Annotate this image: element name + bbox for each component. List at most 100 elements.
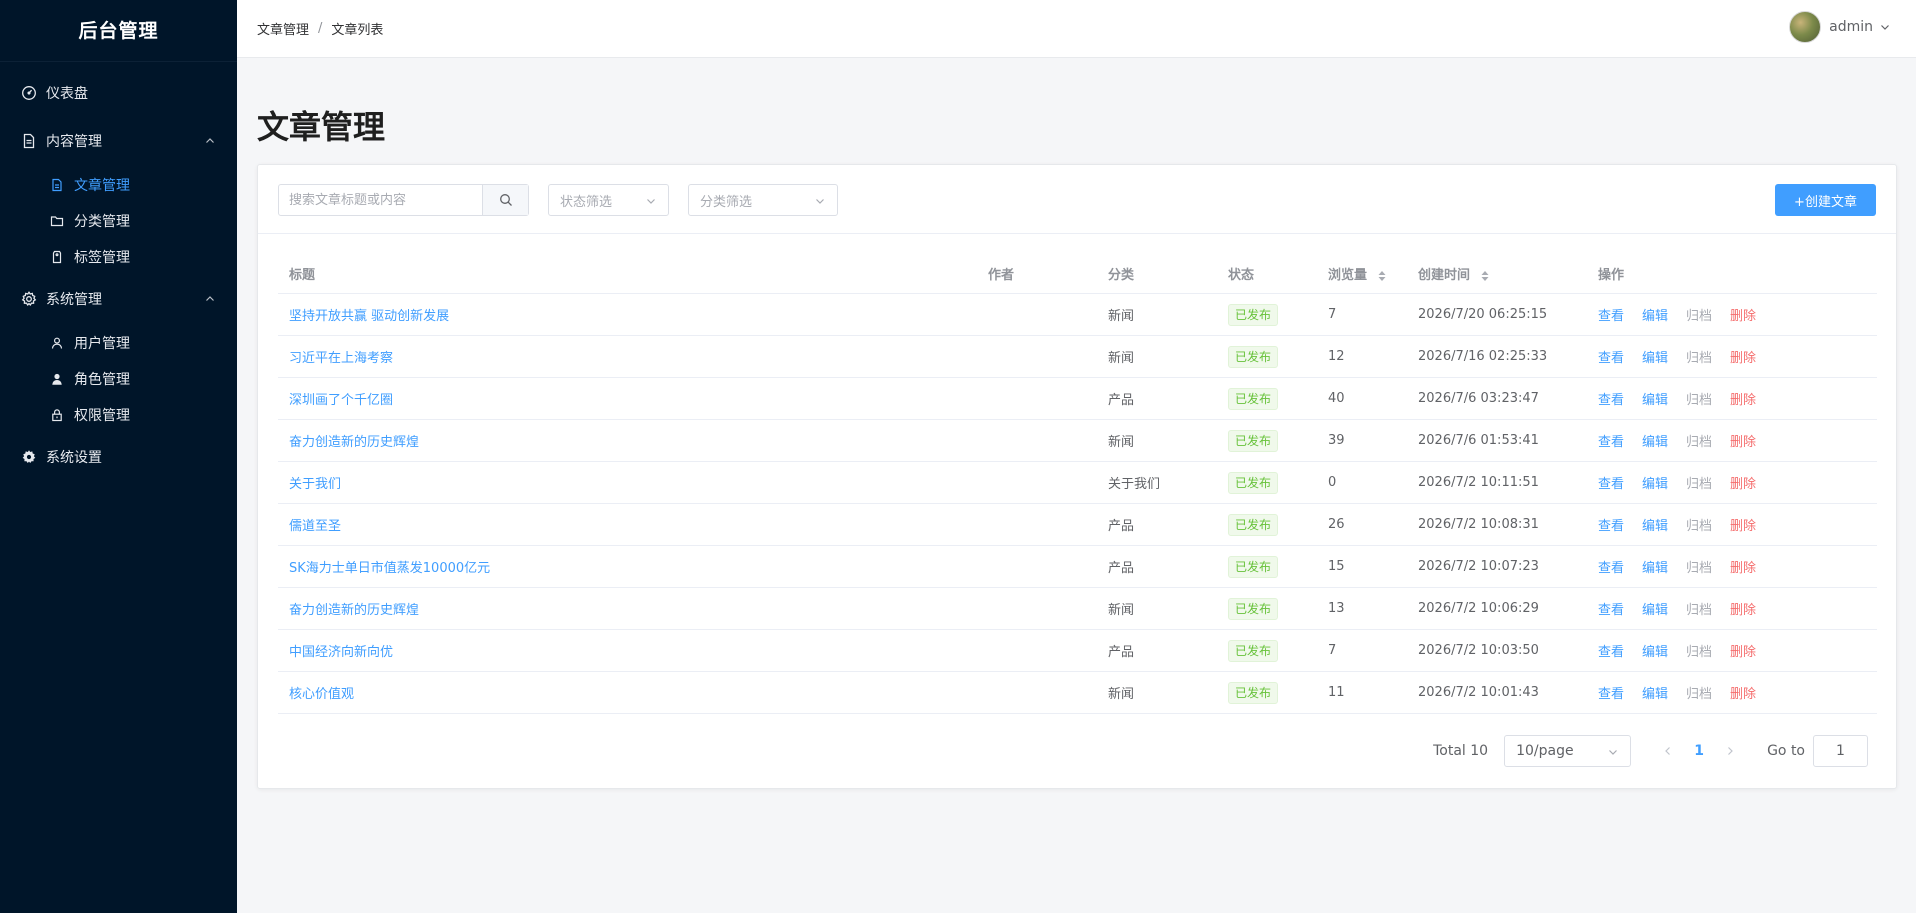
username[interactable]: admin xyxy=(1829,19,1873,35)
edit-button[interactable]: 编辑 xyxy=(1642,683,1668,702)
edit-button[interactable]: 编辑 xyxy=(1642,305,1668,324)
edit-button[interactable]: 编辑 xyxy=(1642,431,1668,450)
delete-button[interactable]: 删除 xyxy=(1730,599,1756,618)
status-badge: 已发布 xyxy=(1228,681,1279,704)
status-badge: 已发布 xyxy=(1228,513,1279,536)
archive-button[interactable]: 归档 xyxy=(1686,431,1712,450)
sidebar-item-categories[interactable]: 分类管理 xyxy=(0,203,237,239)
archive-button[interactable]: 归档 xyxy=(1686,473,1712,492)
column-header-created[interactable]: 创建时间 xyxy=(1418,264,1598,283)
article-title-link[interactable]: 奋力创造新的历史辉煌 xyxy=(289,603,419,618)
status-badge: 已发布 xyxy=(1228,597,1279,620)
prev-page-button[interactable] xyxy=(1653,736,1683,766)
sidebar-item-tags[interactable]: 标签管理 xyxy=(0,239,237,275)
view-button[interactable]: 查看 xyxy=(1598,347,1624,366)
menu-dashboard[interactable]: 仪表盘 xyxy=(0,69,237,117)
article-title-link[interactable]: 习近平在上海考察 xyxy=(289,351,393,366)
gear-icon xyxy=(20,290,38,308)
article-title-link[interactable]: 儒道至圣 xyxy=(289,519,341,534)
delete-button[interactable]: 删除 xyxy=(1730,305,1756,324)
article-title-link[interactable]: 奋力创造新的历史辉煌 xyxy=(289,435,419,450)
article-category: 产品 xyxy=(1108,393,1135,408)
page-size-select[interactable]: 10/page xyxy=(1504,735,1632,767)
goto-page-input[interactable]: 1 xyxy=(1813,735,1868,767)
sidebar-item-permissions[interactable]: 权限管理 xyxy=(0,397,237,433)
delete-button[interactable]: 删除 xyxy=(1730,473,1756,492)
archive-button[interactable]: 归档 xyxy=(1686,389,1712,408)
article-category: 新闻 xyxy=(1108,687,1135,702)
next-page-button[interactable] xyxy=(1715,736,1745,766)
article-title-link[interactable]: SK海力士单日市值蒸发10000亿元 xyxy=(289,561,490,576)
view-button[interactable]: 查看 xyxy=(1598,431,1624,450)
delete-button[interactable]: 删除 xyxy=(1730,431,1756,450)
delete-button[interactable]: 删除 xyxy=(1730,389,1756,408)
view-button[interactable]: 查看 xyxy=(1598,683,1624,702)
edit-button[interactable]: 编辑 xyxy=(1642,473,1668,492)
search-input[interactable] xyxy=(279,185,482,215)
menu-content[interactable]: 内容管理 xyxy=(0,117,237,165)
article-title-link[interactable]: 坚持开放共赢 驱动创新发展 xyxy=(289,309,449,324)
edit-button[interactable]: 编辑 xyxy=(1642,389,1668,408)
article-title-link[interactable]: 深圳画了个千亿圈 xyxy=(289,393,393,408)
edit-button[interactable]: 编辑 xyxy=(1642,599,1668,618)
chevron-down-icon xyxy=(816,199,824,204)
column-header-author: 作者 xyxy=(988,268,1015,283)
user-menu[interactable]: admin xyxy=(1789,11,1891,43)
menu-dashboard-label: 仪表盘 xyxy=(46,86,88,102)
article-title-link[interactable]: 关于我们 xyxy=(289,477,341,492)
chevron-up-icon xyxy=(206,296,214,301)
article-title-link[interactable]: 中国经济向新向优 xyxy=(289,645,393,660)
avatar[interactable] xyxy=(1789,11,1822,43)
table-row: 中国经济向新向优 产品 已发布 7 2026/7/2 10:03:50 查看 编辑 归档 删除 xyxy=(278,630,1877,672)
row-actions: 查看 编辑 归档 删除 xyxy=(1598,557,1877,576)
search-box xyxy=(278,184,529,216)
archive-button[interactable]: 归档 xyxy=(1686,641,1712,660)
page-number-current[interactable]: 1 xyxy=(1683,743,1715,759)
delete-button[interactable]: 删除 xyxy=(1730,347,1756,366)
create-article-button[interactable]: +创建文章 xyxy=(1775,184,1876,216)
edit-button[interactable]: 编辑 xyxy=(1642,347,1668,366)
view-button[interactable]: 查看 xyxy=(1598,557,1624,576)
archive-button[interactable]: 归档 xyxy=(1686,305,1712,324)
sort-icon[interactable] xyxy=(1481,270,1489,282)
menu-system[interactable]: 系统管理 xyxy=(0,275,237,323)
column-header-category: 分类 xyxy=(1108,268,1135,283)
article-title-link[interactable]: 核心价值观 xyxy=(289,687,354,702)
archive-button[interactable]: 归档 xyxy=(1686,683,1712,702)
breadcrumb-item[interactable]: 文章管理 xyxy=(257,19,309,38)
sidebar-item-articles[interactable]: 文章管理 xyxy=(0,167,237,203)
delete-button[interactable]: 删除 xyxy=(1730,515,1756,534)
article-category: 产品 xyxy=(1108,519,1135,534)
sort-icon[interactable] xyxy=(1378,270,1386,282)
archive-button[interactable]: 归档 xyxy=(1686,599,1712,618)
sidebar-item-users[interactable]: 用户管理 xyxy=(0,325,237,361)
view-button[interactable]: 查看 xyxy=(1598,641,1624,660)
article-category: 新闻 xyxy=(1108,309,1135,324)
sidebar-item-roles[interactable]: 角色管理 xyxy=(0,361,237,397)
category-filter-select[interactable]: 分类筛选 xyxy=(688,184,838,216)
edit-button[interactable]: 编辑 xyxy=(1642,515,1668,534)
search-button[interactable] xyxy=(482,185,528,215)
user-filled-icon xyxy=(50,372,64,386)
delete-button[interactable]: 删除 xyxy=(1730,683,1756,702)
menu-settings[interactable]: 系统设置 xyxy=(0,433,237,481)
archive-button[interactable]: 归档 xyxy=(1686,347,1712,366)
chevron-down-icon[interactable] xyxy=(1879,21,1891,33)
article-created-time: 2026/7/6 01:53:41 xyxy=(1418,433,1539,448)
view-button[interactable]: 查看 xyxy=(1598,515,1624,534)
archive-button[interactable]: 归档 xyxy=(1686,557,1712,576)
archive-button[interactable]: 归档 xyxy=(1686,515,1712,534)
view-button[interactable]: 查看 xyxy=(1598,473,1624,492)
view-button[interactable]: 查看 xyxy=(1598,305,1624,324)
edit-button[interactable]: 编辑 xyxy=(1642,557,1668,576)
article-category: 新闻 xyxy=(1108,435,1135,450)
edit-button[interactable]: 编辑 xyxy=(1642,641,1668,660)
delete-button[interactable]: 删除 xyxy=(1730,557,1756,576)
delete-button[interactable]: 删除 xyxy=(1730,641,1756,660)
column-header-views[interactable]: 浏览量 xyxy=(1328,264,1418,283)
row-actions: 查看 编辑 归档 删除 xyxy=(1598,515,1877,534)
view-button[interactable]: 查看 xyxy=(1598,599,1624,618)
view-button[interactable]: 查看 xyxy=(1598,389,1624,408)
article-views: 15 xyxy=(1328,559,1345,574)
status-filter-select[interactable]: 状态筛选 xyxy=(548,184,669,216)
